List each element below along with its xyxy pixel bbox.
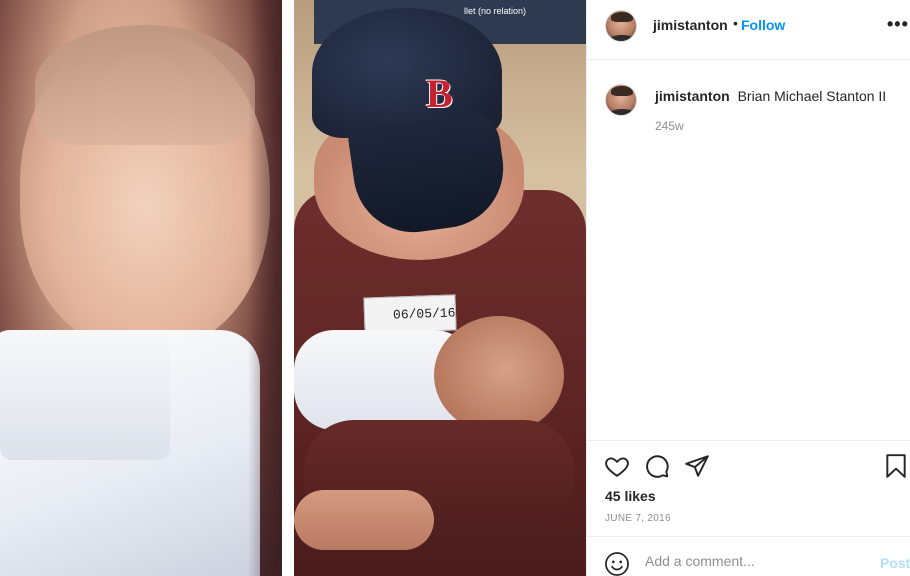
comment-composer: Post (587, 536, 910, 576)
caption-text: jimistanton Brian Michael Stanton II (655, 88, 886, 104)
photo-father-holding-baby: llet (no relation) B 06/05/16 (294, 0, 586, 576)
hand-shape (294, 490, 434, 550)
speech-bubble-icon[interactable] (644, 453, 670, 479)
comment-input[interactable] (645, 553, 865, 569)
shadow-edge (248, 0, 282, 576)
post-button[interactable]: Post (880, 555, 910, 571)
header-username[interactable]: jimistanton (653, 17, 728, 33)
likes-count[interactable]: 45 likes (605, 488, 656, 504)
caption-timestamp[interactable]: 245w (655, 119, 684, 133)
heart-icon[interactable] (604, 453, 630, 479)
hospital-tag: 06/05/16 (363, 294, 457, 334)
baby-head-shape-right (434, 316, 564, 434)
photo-sleeping-baby (0, 0, 282, 576)
baby-hair-shape (35, 25, 255, 145)
action-bar: 45 likes JUNE 7, 2016 (587, 440, 910, 536)
caption-avatar[interactable] (605, 84, 637, 116)
caption-username[interactable]: jimistanton (655, 88, 730, 104)
tv-caption: llet (no relation) (464, 6, 527, 16)
post-media[interactable]: llet (no relation) B 06/05/16 (0, 0, 586, 576)
ellipsis-icon[interactable]: ••• (887, 14, 909, 35)
caption-body: Brian Michael Stanton II (737, 88, 887, 104)
post-header: jimistanton • Follow ••• (587, 0, 910, 60)
avatar[interactable] (605, 10, 637, 42)
bookmark-icon[interactable] (883, 453, 909, 479)
paper-plane-icon[interactable] (684, 453, 710, 479)
separator-dot: • (733, 15, 738, 31)
photo-divider (282, 0, 294, 576)
post-side-panel: jimistanton • Follow ••• jimistanton Bri… (586, 0, 910, 576)
post-date[interactable]: JUNE 7, 2016 (605, 513, 671, 524)
follow-button[interactable]: Follow (741, 17, 785, 33)
smiley-icon[interactable] (604, 551, 630, 576)
cap-logo: B (426, 71, 453, 116)
sleeve-shape (0, 330, 170, 460)
